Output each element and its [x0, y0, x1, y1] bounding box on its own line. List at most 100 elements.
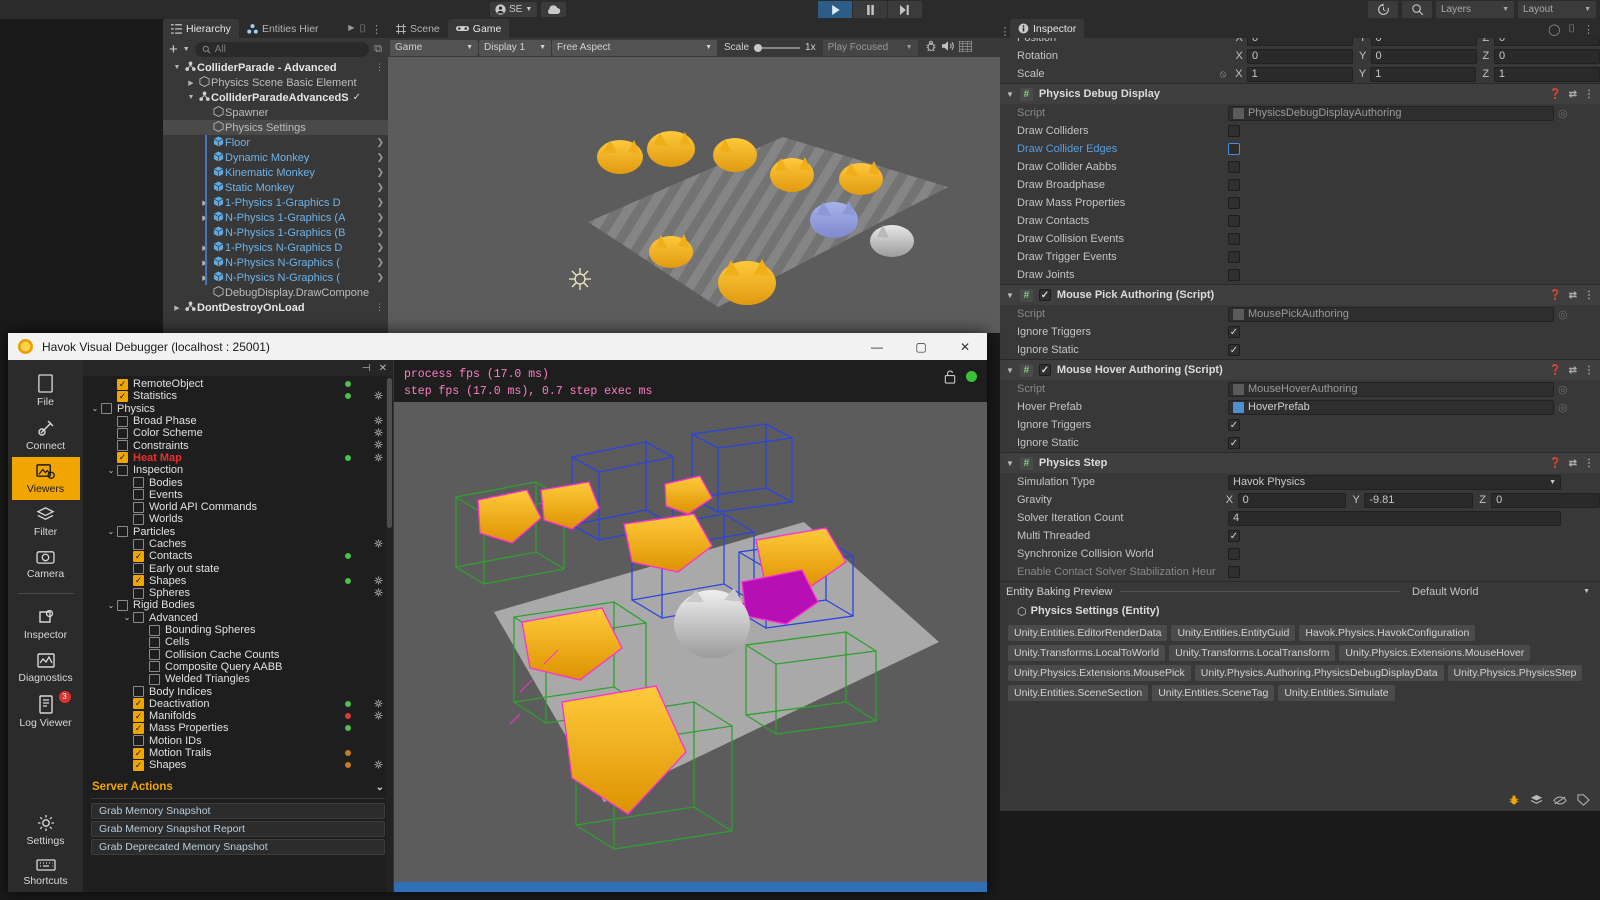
- chevron-right-icon[interactable]: ❯: [376, 242, 384, 253]
- viewer-row[interactable]: Composite Query AABB: [83, 661, 393, 673]
- viewer-row[interactable]: World API Commands: [83, 501, 393, 513]
- layers-dropdown[interactable]: Layers ▼: [1436, 1, 1514, 18]
- viewer-row[interactable]: Events: [83, 489, 393, 501]
- viewer-checkbox[interactable]: [101, 403, 112, 415]
- step-button[interactable]: [888, 1, 922, 18]
- viewer-checkbox[interactable]: [149, 649, 160, 661]
- gear-icon[interactable]: [374, 391, 383, 402]
- viewer-checkbox[interactable]: [133, 477, 144, 489]
- close-button[interactable]: ✕: [943, 333, 987, 360]
- viewer-row[interactable]: ✓ Motion Trails: [83, 747, 393, 759]
- pin-icon[interactable]: ⊣: [362, 363, 371, 374]
- checkbox-row[interactable]: Draw Collision Events: [1000, 230, 1600, 248]
- hierarchy-expand-toggle[interactable]: ▼: [185, 94, 197, 101]
- viewer-row[interactable]: ✓ Heat Map: [83, 452, 393, 464]
- hierarchy-row[interactable]: Spawner: [163, 105, 388, 120]
- transform-z-field[interactable]: 1: [1493, 66, 1600, 82]
- constrain-proportions-off-icon[interactable]: ⦸: [1220, 69, 1235, 80]
- checkbox-row-toggle[interactable]: [1228, 161, 1240, 173]
- gear-icon[interactable]: [374, 453, 383, 464]
- preset-icon[interactable]: ⇄: [1569, 89, 1577, 100]
- viewer-row[interactable]: Collision Cache Counts: [83, 649, 393, 661]
- transform-x-field[interactable]: 0: [1247, 48, 1354, 64]
- tag-icon[interactable]: [1577, 794, 1590, 809]
- transform-row[interactable]: Scale ⦸ X 1 Y 1 Z 1: [1000, 65, 1600, 83]
- cloud-button[interactable]: [541, 2, 567, 17]
- viewer-checkbox[interactable]: [133, 563, 144, 575]
- undo-history-button[interactable]: [1368, 1, 1398, 18]
- bug-icon[interactable]: [925, 40, 937, 55]
- viewer-checkbox[interactable]: [117, 415, 128, 427]
- tab-hierarchy[interactable]: Hierarchy: [163, 19, 239, 38]
- component-enabled-checkbox[interactable]: ✓: [1038, 289, 1051, 301]
- viewer-row[interactable]: ✓ RemoteObject: [83, 378, 393, 390]
- hierarchy-row[interactable]: ▶1-Physics N-Graphics D❯: [163, 240, 388, 255]
- server-action-button[interactable]: Grab Deprecated Memory Snapshot: [91, 839, 385, 855]
- entity-component-chip[interactable]: Unity.Transforms.LocalTransform: [1169, 645, 1336, 661]
- component-foldout-icon[interactable]: ▼: [1006, 366, 1014, 375]
- layers-icon[interactable]: [1530, 794, 1543, 809]
- viewer-row[interactable]: Motion IDs: [83, 735, 393, 747]
- viewer-expand-toggle[interactable]: ⌄: [105, 601, 117, 610]
- viewer-checkbox[interactable]: ✓: [117, 378, 128, 390]
- lock-icon[interactable]: ⌷: [1568, 23, 1575, 36]
- viewer-row[interactable]: Color Scheme: [83, 427, 393, 439]
- viewer-row[interactable]: ✓ Statistics: [83, 390, 393, 402]
- object-picker-icon[interactable]: ◎: [1558, 308, 1568, 321]
- viewer-checkbox[interactable]: [149, 661, 160, 673]
- chevron-right-icon[interactable]: ❯: [376, 197, 384, 208]
- display-number-dropdown[interactable]: Display 1 ▼: [479, 39, 551, 56]
- gear-icon[interactable]: [374, 428, 383, 439]
- hierarchy-search-input[interactable]: All: [194, 41, 370, 57]
- viewer-checkbox[interactable]: [149, 636, 160, 648]
- inspector-content[interactable]: Position X 0 Y 0 Z 0 Rotation X 0 Y 0 Z …: [1000, 38, 1600, 792]
- entity-component-chip[interactable]: Unity.Physics.Extensions.MousePick: [1008, 665, 1191, 681]
- component-enabled-checkbox[interactable]: ✓: [1038, 364, 1051, 376]
- checkbox-row[interactable]: Multi Threaded ✓: [1000, 527, 1600, 545]
- viewer-checkbox[interactable]: [117, 464, 128, 476]
- game-viewport[interactable]: [388, 57, 1000, 333]
- checkbox-row-toggle[interactable]: ✓: [1228, 437, 1240, 449]
- rail-item-file[interactable]: File: [12, 368, 80, 413]
- viewer-checkbox[interactable]: ✓: [133, 747, 144, 759]
- checkbox-row[interactable]: Ignore Triggers ✓: [1000, 323, 1600, 341]
- vector-z-field[interactable]: 0: [1491, 492, 1600, 508]
- viewer-checkbox[interactable]: [133, 501, 144, 513]
- viewer-row[interactable]: ✓ Shapes: [83, 759, 393, 771]
- tab-entities-hierarchy[interactable]: Entities Hier: [239, 19, 327, 38]
- entity-component-chip[interactable]: Unity.Transforms.LocalToWorld: [1008, 645, 1166, 661]
- viewer-row[interactable]: ✓ Shapes: [83, 575, 393, 587]
- viewer-expand-toggle[interactable]: ⌄: [89, 404, 101, 413]
- transform-z-field[interactable]: 0: [1494, 38, 1600, 46]
- transform-y-field[interactable]: 0: [1370, 38, 1477, 46]
- viewer-checkbox[interactable]: ✓: [133, 575, 144, 587]
- rail-item-log-viewer[interactable]: Log Viewer 3: [12, 689, 80, 734]
- play-button[interactable]: [818, 1, 852, 18]
- entity-component-chip[interactable]: Unity.Entities.SceneTag: [1152, 685, 1275, 701]
- viewer-expand-toggle[interactable]: ⌄: [121, 613, 133, 622]
- hierarchy-row[interactable]: N-Physics 1-Graphics (B ❯: [163, 225, 388, 240]
- vector-row[interactable]: Gravity X 0 Y -9.81 Z 0: [1000, 491, 1600, 509]
- rail-item-inspector[interactable]: Inspector: [12, 602, 80, 646]
- rail-item-shortcuts[interactable]: Shortcuts: [12, 852, 80, 892]
- checkbox-row-toggle[interactable]: [1228, 179, 1240, 191]
- object-picker-icon[interactable]: ◎: [1558, 401, 1568, 414]
- account-button[interactable]: SE ▼: [490, 2, 538, 17]
- hierarchy-row[interactable]: Kinematic Monkey ❯: [163, 165, 388, 180]
- tab-game[interactable]: Game: [447, 19, 510, 38]
- hvd-viewers-tree[interactable]: ✓ RemoteObject ✓ Statistics ⌄ Physics Broad Ph…: [83, 376, 393, 776]
- script-object-field[interactable]: MousePickAuthoring: [1228, 306, 1554, 322]
- rail-item-filter[interactable]: Filter: [12, 500, 80, 543]
- baking-world-dropdown[interactable]: Default World ▼: [1408, 584, 1594, 599]
- viewer-checkbox[interactable]: [149, 624, 160, 636]
- lock-icon[interactable]: ⌷: [359, 23, 366, 36]
- gear-icon[interactable]: [374, 711, 383, 722]
- help-icon[interactable]: ❓: [1549, 290, 1561, 301]
- component-foldout-icon[interactable]: ▼: [1006, 291, 1014, 300]
- preset-icon[interactable]: ⇄: [1569, 365, 1577, 376]
- display-target-dropdown[interactable]: Game ▼: [390, 39, 478, 56]
- chevron-right-icon[interactable]: ❯: [376, 137, 384, 148]
- viewer-row[interactable]: Bodies: [83, 476, 393, 489]
- close-icon[interactable]: ✕: [379, 363, 387, 374]
- viewer-row[interactable]: Broad Phase: [83, 415, 393, 427]
